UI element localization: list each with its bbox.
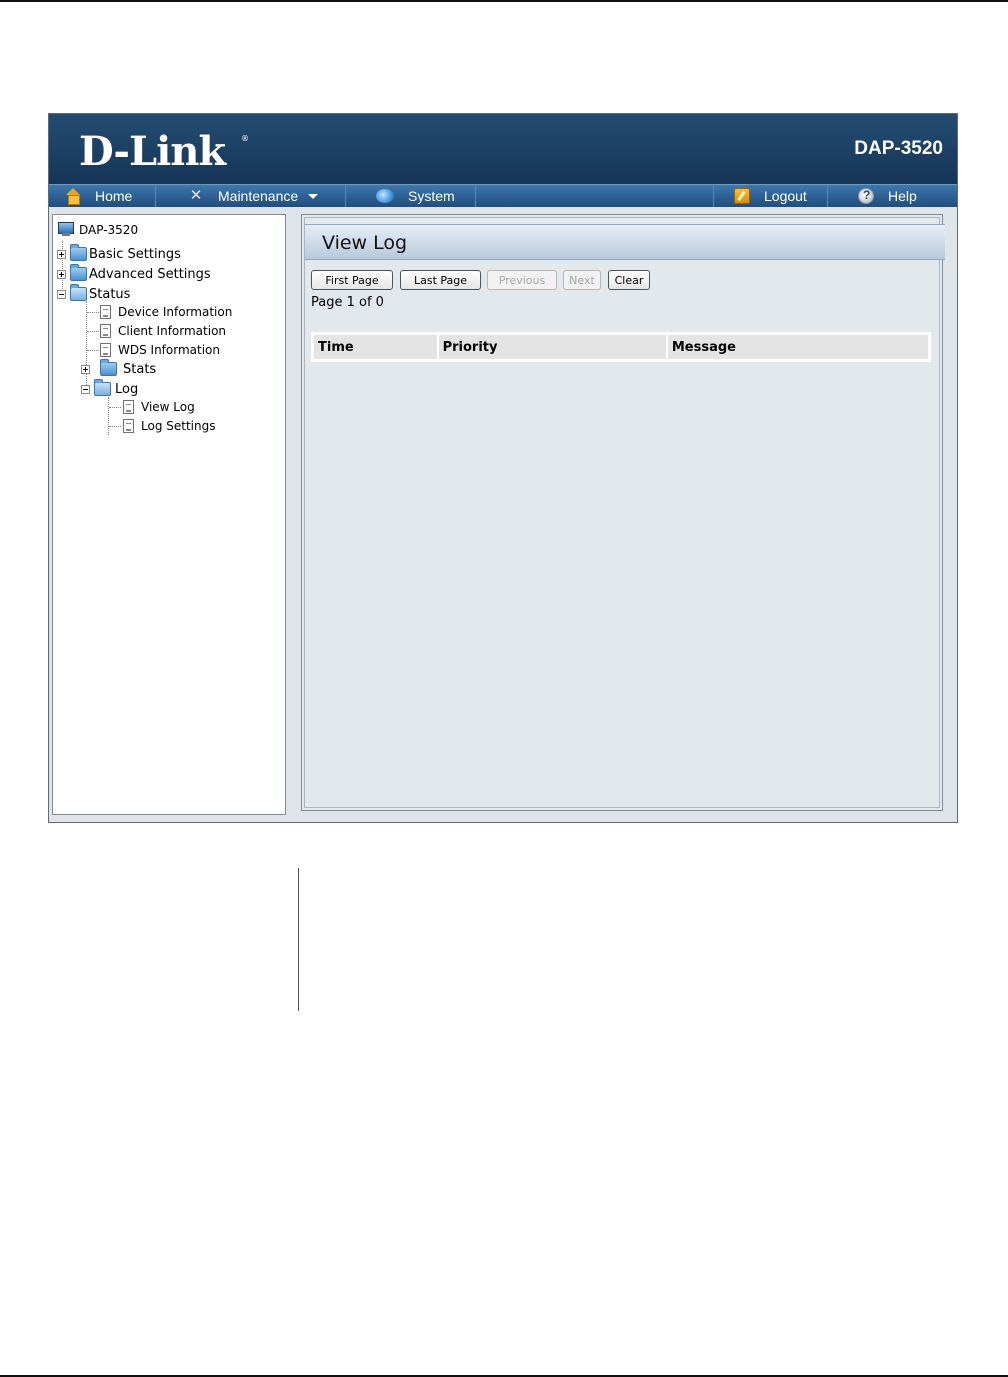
- expand-icon[interactable]: [57, 269, 66, 279]
- column-message: Message: [667, 335, 928, 359]
- dlink-logo: D-Link: [79, 128, 226, 175]
- tree-connector: [108, 397, 109, 435]
- first-page-button[interactable]: First Page: [311, 270, 393, 290]
- expand-icon[interactable]: [57, 249, 66, 259]
- nav-help[interactable]: Help: [828, 185, 957, 207]
- expand-icon[interactable]: [81, 364, 90, 374]
- home-icon: [65, 188, 81, 205]
- nav-system-label: System: [408, 188, 455, 204]
- folder-icon: [70, 264, 87, 281]
- tree-item-root[interactable]: DAP-3520: [57, 221, 138, 239]
- page-title: View Log: [322, 232, 408, 254]
- navigation-tree: DAP-3520 Basic Settings Advanced Setting…: [52, 214, 286, 815]
- clear-button[interactable]: Clear: [608, 270, 650, 290]
- section-divider: [298, 868, 299, 1011]
- tree-view-log-label: View Log: [141, 400, 195, 414]
- folder-icon: [100, 359, 117, 376]
- help-icon: [858, 188, 874, 204]
- tree-item-wds-information[interactable]: WDS Information: [100, 341, 220, 359]
- tree-connector: [87, 331, 99, 332]
- nav-home-label: Home: [95, 188, 133, 204]
- tree-item-log[interactable]: Log: [81, 379, 139, 398]
- system-icon: [376, 189, 394, 203]
- open-folder-icon: [94, 379, 111, 396]
- previous-button[interactable]: Previous: [487, 270, 557, 290]
- tree-log-label: Log: [115, 381, 139, 397]
- log-table-header: Time Priority Message: [314, 335, 928, 359]
- nav-logout[interactable]: Logout: [713, 185, 828, 207]
- tree-wds-information-label: WDS Information: [118, 343, 220, 357]
- tree-basic-settings-label: Basic Settings: [89, 246, 181, 262]
- tree-stats-label: Stats: [123, 361, 157, 377]
- tree-advanced-settings-label: Advanced Settings: [89, 266, 211, 282]
- collapse-icon[interactable]: [81, 384, 90, 394]
- tree-connector: [109, 407, 121, 408]
- chevron-down-icon: [308, 193, 319, 199]
- page-icon: [100, 305, 111, 319]
- nav-system[interactable]: System: [346, 185, 476, 207]
- last-page-button[interactable]: Last Page: [400, 270, 481, 290]
- tree-item-client-information[interactable]: Client Information: [100, 322, 226, 340]
- header-banner: D-Link ® DAP-3520: [49, 114, 957, 184]
- device-icon: [57, 222, 75, 238]
- tree-device-information-label: Device Information: [118, 305, 233, 319]
- tree-item-basic-settings[interactable]: Basic Settings: [57, 244, 181, 263]
- nav-help-label: Help: [888, 188, 917, 204]
- tree-root-label: DAP-3520: [79, 223, 139, 237]
- page-icon: [100, 343, 111, 357]
- nav-logout-label: Logout: [764, 188, 807, 204]
- tree-item-device-information[interactable]: Device Information: [100, 303, 232, 321]
- next-button[interactable]: Next: [563, 270, 601, 290]
- page-indicator: Page 1 of 0: [311, 295, 384, 310]
- tree-client-information-label: Client Information: [118, 324, 227, 338]
- log-table: Time Priority Message: [311, 332, 931, 362]
- content-inner: View Log First Page Last Page Previous N…: [304, 217, 945, 808]
- model-name: DAP-3520: [854, 138, 943, 159]
- page-icon: [123, 419, 134, 433]
- page-top-rule: [0, 0, 1008, 2]
- page-title-bar: View Log: [305, 224, 945, 260]
- tree-connector: [87, 350, 99, 351]
- column-priority: Priority: [438, 335, 668, 359]
- tree-item-status[interactable]: Status: [57, 284, 131, 303]
- open-folder-icon: [70, 284, 87, 301]
- nav-home[interactable]: Home: [49, 185, 156, 207]
- tree-log-settings-label: Log Settings: [141, 419, 216, 433]
- folder-icon: [70, 244, 87, 261]
- logout-icon: [734, 188, 750, 204]
- tree-connector: [87, 312, 99, 313]
- top-nav-bar: Home ✕ Maintenance System Logout Help: [49, 184, 957, 207]
- tree-status-label: Status: [89, 286, 131, 302]
- page-icon: [100, 324, 111, 338]
- page-icon: [123, 400, 134, 414]
- content-panel: View Log First Page Last Page Previous N…: [301, 214, 945, 811]
- tree-connector: [109, 426, 121, 427]
- tree-item-view-log[interactable]: View Log: [123, 398, 195, 416]
- registered-mark: ®: [241, 134, 249, 143]
- nav-maintenance[interactable]: ✕ Maintenance: [156, 185, 346, 207]
- tools-icon: ✕: [189, 187, 203, 204]
- tree-item-stats[interactable]: Stats: [81, 359, 157, 378]
- tree-item-log-settings[interactable]: Log Settings: [123, 417, 215, 435]
- collapse-icon[interactable]: [57, 289, 66, 299]
- column-time: Time: [314, 335, 439, 359]
- tree-item-advanced-settings[interactable]: Advanced Settings: [57, 264, 211, 283]
- web-ui-screenshot: D-Link ® DAP-3520 Home ✕ Maintenance Sys…: [48, 113, 958, 823]
- nav-maintenance-label: Maintenance: [218, 188, 299, 204]
